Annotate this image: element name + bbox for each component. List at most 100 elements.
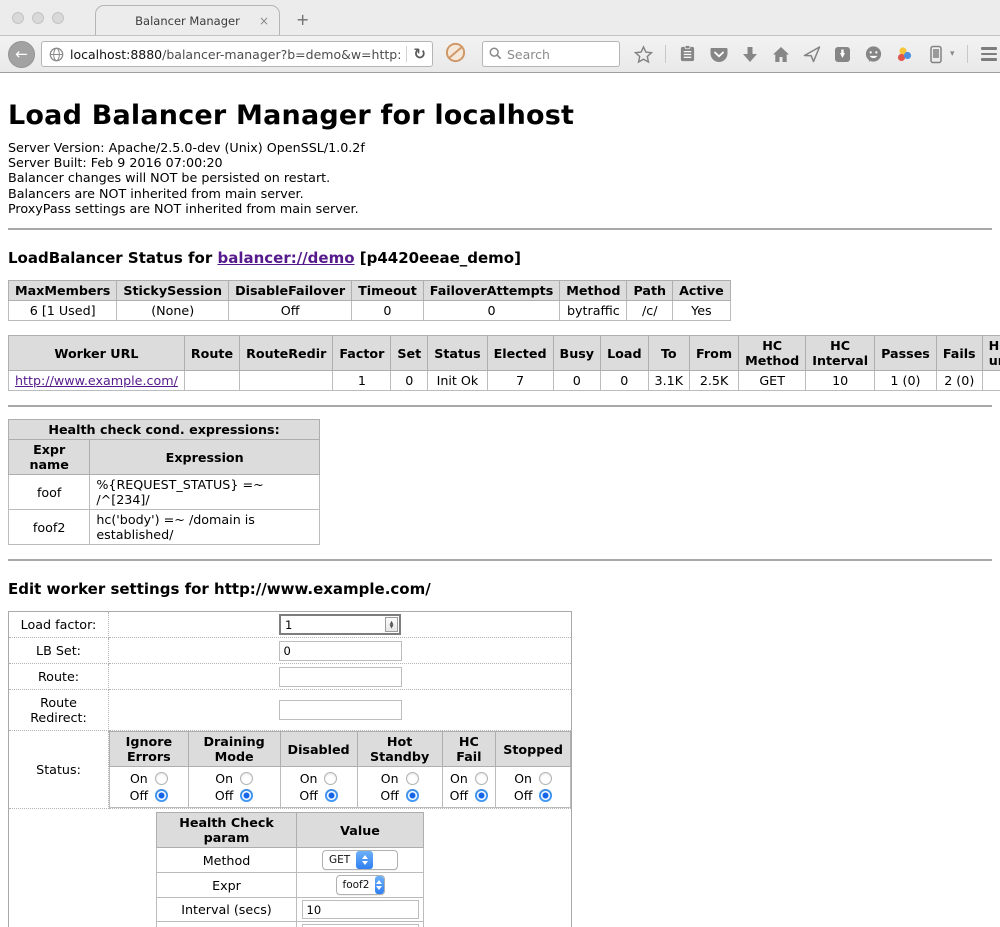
- cell: 1: [333, 371, 391, 391]
- server-built-line: Server Built: Feb 9 2016 07:00:20: [8, 155, 992, 170]
- zoom-window-button[interactable]: [52, 12, 64, 24]
- field-label: Method: [157, 848, 297, 873]
- balancer-demo-link[interactable]: balancer://demo: [217, 249, 354, 267]
- bookmarks-list-icon[interactable]: [678, 45, 697, 64]
- disabled-on-radio[interactable]: [324, 772, 337, 785]
- select-stepper-icon: [375, 876, 383, 894]
- table-row: 6 [1 Used] (None) Off 0 0 bytraffic /c/ …: [9, 301, 731, 321]
- tab-close-icon[interactable]: ×: [259, 14, 269, 28]
- hc-method-select[interactable]: GET: [322, 850, 398, 870]
- worker-row: http://www.example.com/ 1 0 Init Ok 7 0 …: [9, 371, 1000, 391]
- send-tab-icon[interactable]: [802, 45, 821, 64]
- table-title-row: Health check cond. expressions:: [9, 420, 320, 440]
- stopped-on-radio[interactable]: [539, 772, 552, 785]
- on-label: On: [215, 770, 233, 787]
- field-label: Passes trigger: [157, 922, 297, 927]
- search-input[interactable]: [507, 47, 602, 62]
- off-label: Off: [380, 787, 398, 804]
- page-actions-icon[interactable]: [926, 45, 945, 64]
- info-line: Balancer changes will NOT be persisted o…: [8, 170, 992, 185]
- number-spinner-icon[interactable]: ▲▼: [385, 617, 398, 632]
- overflow-caret-icon[interactable]: ▾: [950, 49, 955, 59]
- off-label: Off: [299, 787, 317, 804]
- cell: 0: [601, 371, 648, 391]
- field-value-cell: [297, 898, 424, 922]
- menu-icon[interactable]: [980, 45, 999, 64]
- header-cell: StickySession: [117, 281, 229, 301]
- ignore-errors-off-radio[interactable]: [155, 789, 168, 802]
- route-input[interactable]: [279, 667, 402, 687]
- draining-mode-off-radio[interactable]: [240, 789, 253, 802]
- home-icon[interactable]: [771, 45, 790, 64]
- header-cell: FailoverAttempts: [423, 281, 560, 301]
- header-cell: DisableFailover: [229, 281, 352, 301]
- back-button[interactable]: ←: [8, 41, 35, 68]
- cell: [240, 371, 333, 391]
- table-header-row: MaxMembers StickySession DisableFailover…: [9, 281, 731, 301]
- server-version-line: Server Version: Apache/2.5.0-dev (Unix) …: [8, 140, 992, 155]
- header-cell: Stopped: [496, 732, 571, 767]
- draining-mode-on-radio[interactable]: [240, 772, 253, 785]
- url-bar[interactable]: localhost:8880/balancer-manager?b=demo&w…: [41, 41, 433, 67]
- header-cell: Busy: [553, 336, 601, 371]
- colored-dots-icon[interactable]: [895, 45, 914, 64]
- heading-text: LoadBalancer Status for: [8, 249, 217, 267]
- window-controls: [12, 12, 64, 24]
- worker-url-link[interactable]: http://www.example.com/: [15, 373, 178, 388]
- header-cell: Elected: [487, 336, 553, 371]
- hot-standby-cell: On Off: [357, 767, 442, 808]
- route-redirect-input[interactable]: [279, 700, 402, 720]
- form-row: Method GET: [157, 848, 424, 873]
- header-cell: HC Method: [739, 336, 806, 371]
- heading-text: [p4420eeae_demo]: [355, 249, 521, 267]
- minimize-window-button[interactable]: [32, 12, 44, 24]
- field-label: Load factor:: [9, 612, 109, 638]
- close-window-button[interactable]: [12, 12, 24, 24]
- new-tab-button[interactable]: +: [296, 10, 309, 29]
- header-cell: Disabled: [280, 732, 357, 767]
- on-label: On: [300, 770, 318, 787]
- hot-standby-on-radio[interactable]: [406, 772, 419, 785]
- save-page-icon[interactable]: [833, 45, 852, 64]
- cell: Off: [229, 301, 352, 321]
- field-value-cell: ▲▼: [109, 612, 572, 638]
- cell: 0: [553, 371, 601, 391]
- hc-params-table: Health Check param Value Method GET Expr…: [156, 812, 424, 927]
- select-stepper-icon: [356, 851, 373, 869]
- on-label: On: [130, 770, 148, 787]
- balancer-status-table: MaxMembers StickySession DisableFailover…: [8, 280, 731, 321]
- interval-input[interactable]: [302, 900, 419, 919]
- header-cell: To: [648, 336, 690, 371]
- header-cell: HC Interval: [806, 336, 875, 371]
- hc-fail-cell: On Off: [442, 767, 496, 808]
- cell: 0: [391, 371, 428, 391]
- load-factor-stepper: ▲▼: [279, 614, 401, 635]
- form-row: Load factor: ▲▼: [9, 612, 572, 638]
- blocked-content-icon[interactable]: [445, 42, 466, 67]
- pocket-icon[interactable]: [709, 45, 728, 64]
- browser-tab[interactable]: Balancer Manager ×: [95, 5, 280, 35]
- header-cell: HC Fail: [442, 732, 496, 767]
- lb-set-input[interactable]: [279, 641, 402, 661]
- load-factor-input[interactable]: [281, 616, 385, 633]
- cell: (None): [117, 301, 229, 321]
- hc-params-row: Health Check param Value Method GET Expr…: [9, 809, 572, 927]
- header-cell: HC uri: [982, 336, 1000, 371]
- edit-worker-form: Load factor: ▲▼ LB Set: Route: Route Red…: [8, 611, 572, 927]
- field-value-cell: foof2: [297, 873, 424, 898]
- bookmark-star-icon[interactable]: [634, 45, 653, 64]
- feedback-smiley-icon[interactable]: [864, 45, 883, 64]
- hc-fail-off-radio[interactable]: [475, 789, 488, 802]
- header-cell: Path: [627, 281, 673, 301]
- hc-fail-on-radio[interactable]: [475, 772, 488, 785]
- ignore-errors-on-radio[interactable]: [155, 772, 168, 785]
- hot-standby-off-radio[interactable]: [406, 789, 419, 802]
- hc-expr-select[interactable]: foof2: [336, 875, 385, 895]
- stopped-off-radio[interactable]: [539, 789, 552, 802]
- search-bar[interactable]: [482, 41, 620, 67]
- toolbar-icons: ▾: [634, 45, 1000, 64]
- downloads-icon[interactable]: [740, 45, 759, 64]
- disabled-off-radio[interactable]: [325, 789, 338, 802]
- field-value-cell: [109, 664, 572, 690]
- reload-icon[interactable]: ↻: [413, 45, 426, 63]
